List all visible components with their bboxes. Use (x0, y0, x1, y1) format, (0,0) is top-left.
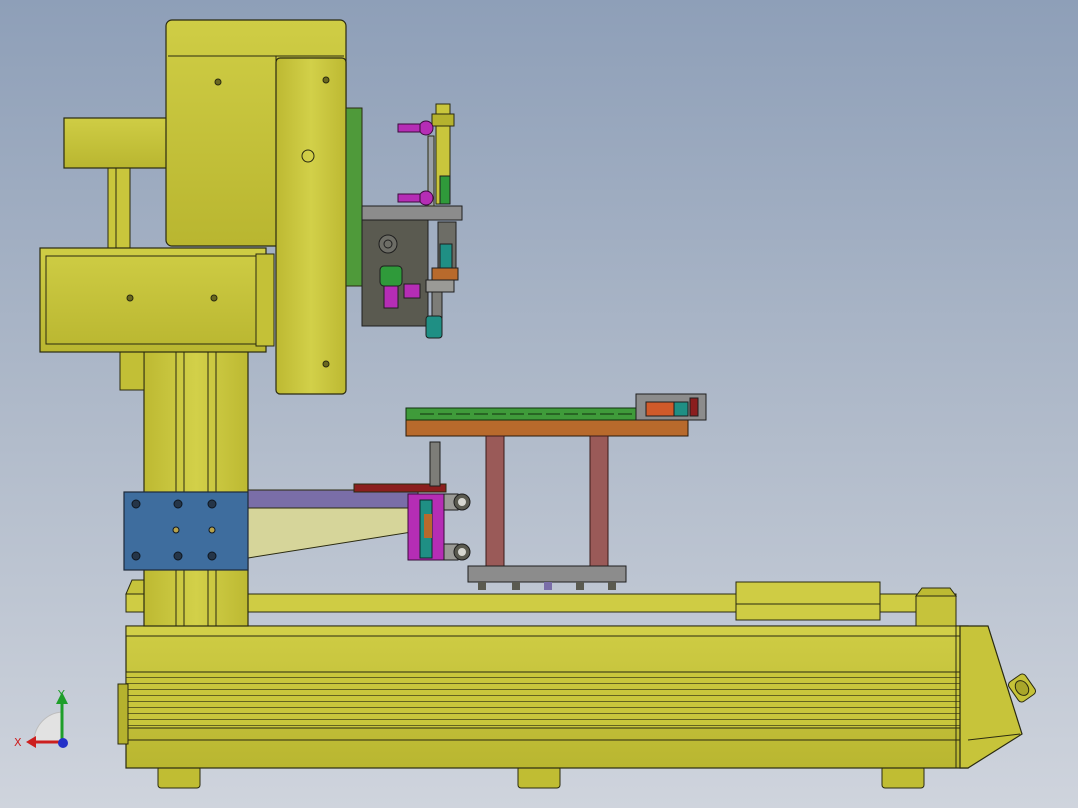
fitting-icon (443, 493, 471, 511)
tool-magenta-port (403, 283, 421, 299)
nozzle-grey-sleeve (425, 279, 455, 293)
lift-mechanism (407, 441, 471, 561)
carriage-wedge-arm (247, 507, 413, 559)
machine-base (117, 579, 1037, 789)
upper-head-assembly (39, 19, 363, 395)
base-foot-left (157, 765, 201, 789)
base-foot-right (881, 765, 925, 789)
coordinate-triad-icon: Y X (14, 688, 68, 749)
column-lower-flange (119, 345, 145, 391)
fitting-icon (397, 190, 434, 206)
tool-mount-top-plate (361, 205, 463, 221)
support-strut (107, 165, 131, 251)
y-slider-block (735, 581, 881, 621)
mounting-plate (123, 491, 249, 571)
machine-side-view: Y X (14, 19, 1037, 789)
table-stud-2 (512, 582, 520, 590)
table-lower-plate (467, 565, 627, 583)
rail-end-block-right (915, 595, 957, 627)
upper-left-arm (63, 117, 169, 169)
upper-block-screw (214, 78, 222, 86)
z-slide-plate (345, 107, 363, 287)
base-fin-section (125, 671, 969, 729)
table-top-plate (405, 419, 689, 437)
y-carriage (123, 483, 447, 571)
table-stud-5 (608, 582, 616, 590)
clamp-cylinder (645, 401, 675, 417)
carriage-violet-arm (247, 489, 419, 509)
base-slanted-end (959, 625, 1023, 769)
nozzle-shaft (431, 291, 443, 319)
clamp-teal-cap (673, 401, 689, 417)
clamp-stop (689, 397, 699, 417)
table-pillar-left (485, 435, 505, 569)
upper-valve-green (439, 175, 451, 205)
tool-magenta-fitting (383, 285, 399, 309)
lift-slider (424, 514, 432, 538)
z-axis-housing (275, 57, 347, 395)
rail-right-cap (915, 587, 957, 597)
z-housing-screw-bottom (322, 360, 330, 368)
base-side-cap (117, 683, 129, 745)
column-body (143, 345, 249, 627)
beam-screw-right (210, 294, 218, 302)
tool-gauge (378, 234, 398, 254)
cad-viewport[interactable]: Y X (0, 0, 1078, 808)
upper-valve-cap (431, 113, 455, 127)
table-stud-3 (544, 582, 552, 590)
nozzle-copper-collar (431, 267, 459, 281)
base-foot-middle (517, 765, 561, 789)
lift-rod (429, 441, 441, 487)
z-housing-screw-top (322, 76, 330, 84)
beam-end-cap (255, 253, 275, 347)
triad-y-label: Y (57, 688, 65, 701)
base-top-rim (125, 625, 969, 637)
x-axis-beam (39, 247, 267, 353)
work-table (405, 393, 707, 590)
tool-head (361, 103, 463, 339)
table-pillar-right (589, 435, 609, 569)
fitting-icon (443, 543, 471, 561)
table-stud-1 (478, 582, 486, 590)
tool-green-valve (379, 265, 403, 287)
triad-x-label: X (14, 736, 22, 749)
nozzle-tip (425, 315, 443, 339)
table-stud-4 (576, 582, 584, 590)
fitting-icon (397, 120, 434, 136)
beam-screw-left (126, 294, 134, 302)
